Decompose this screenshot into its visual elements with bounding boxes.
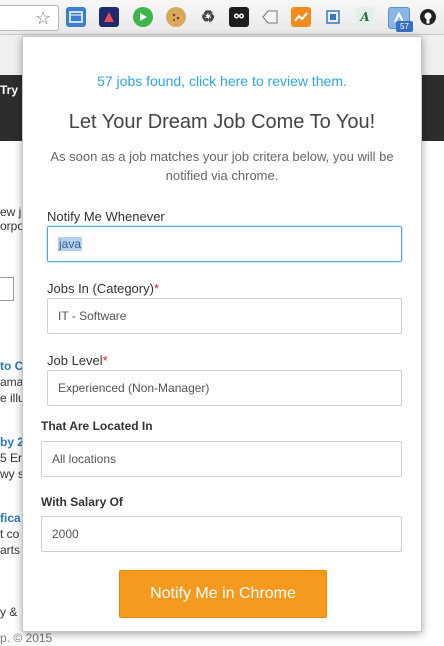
salary-label: With Salary Of xyxy=(41,495,123,509)
browser-toolbar: ☆ ♻ A 57 xyxy=(0,0,444,35)
background-input-edge xyxy=(0,277,14,301)
tag-icon[interactable] xyxy=(260,7,280,27)
background-snippet: arts xyxy=(0,543,21,557)
notify-me-button[interactable]: Notify Me in Chrome xyxy=(119,570,327,618)
play-icon[interactable] xyxy=(133,7,153,27)
salary-value: 2000 xyxy=(52,527,79,541)
category-select[interactable]: IT - Software xyxy=(47,298,402,334)
salary-input[interactable]: 2000 xyxy=(41,516,402,552)
background-snippet: t co xyxy=(0,527,20,541)
location-select[interactable]: All locations xyxy=(41,441,402,477)
job-alert-popup: 57 jobs found, click here to review them… xyxy=(22,36,422,632)
fullscreen-icon[interactable] xyxy=(323,7,343,27)
popup-heading: Let Your Dream Job Come To You! xyxy=(68,111,376,133)
level-label-text: Job Level xyxy=(47,353,103,368)
background-link[interactable]: by 2 xyxy=(0,435,24,449)
keyword-label: Notify Me Whenever xyxy=(47,209,165,224)
required-mark: * xyxy=(102,353,108,368)
keyword-value: java xyxy=(58,237,83,251)
background-footer: y & xyxy=(0,605,18,619)
location-value: All locations xyxy=(52,452,117,466)
font-icon[interactable]: A xyxy=(355,7,375,27)
category-value: IT - Software xyxy=(58,309,127,323)
category-label: Jobs In (Category)* xyxy=(47,281,159,296)
required-mark: * xyxy=(153,281,159,296)
background-snippet: 5 Er xyxy=(0,451,23,465)
keyword-input[interactable]: java xyxy=(47,226,402,262)
popup-description: As soon as a job matches your job criter… xyxy=(50,149,394,183)
bookmark-star-icon[interactable]: ☆ xyxy=(35,8,51,28)
background-snippet: ama xyxy=(0,375,24,389)
background-snippet: e illu xyxy=(0,391,25,405)
background-link[interactable]: fica xyxy=(0,511,21,525)
level-value: Experienced (Non-Manager) xyxy=(58,381,210,395)
github-icon[interactable] xyxy=(418,7,438,27)
background-try-text: Try xyxy=(0,83,19,97)
jobs-found-link[interactable]: 57 jobs found, click here to review them… xyxy=(23,73,421,89)
category-label-text: Jobs In (Category) xyxy=(47,281,154,296)
background-link[interactable]: to C xyxy=(0,359,23,373)
address-bar[interactable]: ☆ xyxy=(0,5,59,31)
cookie-icon[interactable] xyxy=(166,7,186,27)
window-icon[interactable] xyxy=(66,7,86,27)
level-select[interactable]: Experienced (Non-Manager) xyxy=(47,370,402,406)
chart-icon[interactable] xyxy=(291,7,311,27)
location-label: That Are Located In xyxy=(41,419,153,433)
background-snippet: orpo xyxy=(0,219,25,233)
background-snippet: ew j xyxy=(0,205,22,219)
recycle-icon[interactable]: ♻ xyxy=(198,7,218,27)
owl-icon[interactable] xyxy=(229,7,249,27)
background-footer: p. © 2015 xyxy=(0,631,53,645)
media-icon[interactable] xyxy=(99,7,119,27)
level-label: Job Level* xyxy=(47,353,108,368)
jobs-count-badge: 57 xyxy=(396,21,413,32)
